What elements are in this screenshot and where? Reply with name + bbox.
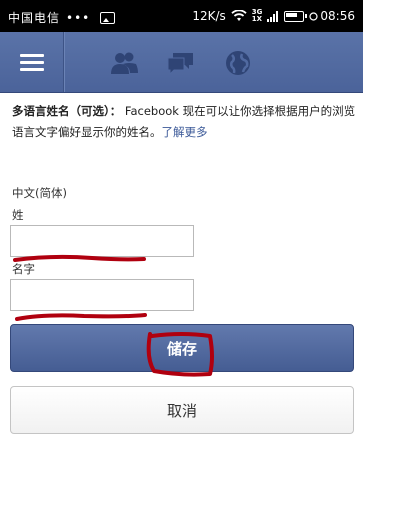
alarm-icon <box>309 11 319 21</box>
language-label: 中文(简体) <box>12 186 67 200</box>
network-1x-label: 1X <box>251 15 263 23</box>
signal-icon <box>267 10 279 22</box>
menu-icon-line <box>20 61 44 64</box>
first-name-input[interactable] <box>10 279 194 311</box>
friends-icon[interactable] <box>109 50 139 76</box>
notification-dots: ••• <box>66 10 91 25</box>
image-notification-icon <box>100 11 116 24</box>
cancel-button[interactable]: 取消 <box>10 386 354 434</box>
network-type: 3G 1X <box>252 9 263 23</box>
multilingual-name-description: 多语言姓名（可选）： Facebook 现在可以让你选择根据用户的浏览语言文字偏… <box>12 101 357 143</box>
phone-screen: 中国电信 ••• 12K/s 3G 1X 08:56 多语言姓名（可选）： Fa… <box>0 0 363 505</box>
facebook-nav-bar <box>0 32 363 93</box>
carrier-name: 中国电信 <box>8 11 61 25</box>
menu-button[interactable] <box>0 32 64 92</box>
red-underline-mark <box>15 313 147 321</box>
clock: 08:56 <box>309 9 355 23</box>
menu-icon-line <box>20 68 44 71</box>
first-name-label: 名字 <box>12 262 35 276</box>
wifi-icon <box>231 10 247 21</box>
last-name-label: 姓 <box>12 208 24 222</box>
status-bar: 中国电信 ••• 12K/s 3G 1X 08:56 <box>0 0 363 32</box>
save-button[interactable]: 储存 <box>10 324 354 372</box>
globe-icon[interactable] <box>223 50 253 76</box>
learn-more-link[interactable]: 了解更多 <box>162 125 208 139</box>
battery-icon <box>284 10 308 22</box>
network-speed: 12K/s <box>192 9 226 23</box>
time: 08:56 <box>320 9 355 23</box>
messages-icon[interactable] <box>166 50 196 76</box>
status-left: 中国电信 ••• <box>8 9 116 26</box>
status-right: 12K/s 3G 1X 08:56 <box>192 9 355 24</box>
menu-icon-line <box>20 54 44 57</box>
last-name-input[interactable] <box>10 225 194 257</box>
section-heading: 多语言姓名（可选）： <box>12 104 122 118</box>
